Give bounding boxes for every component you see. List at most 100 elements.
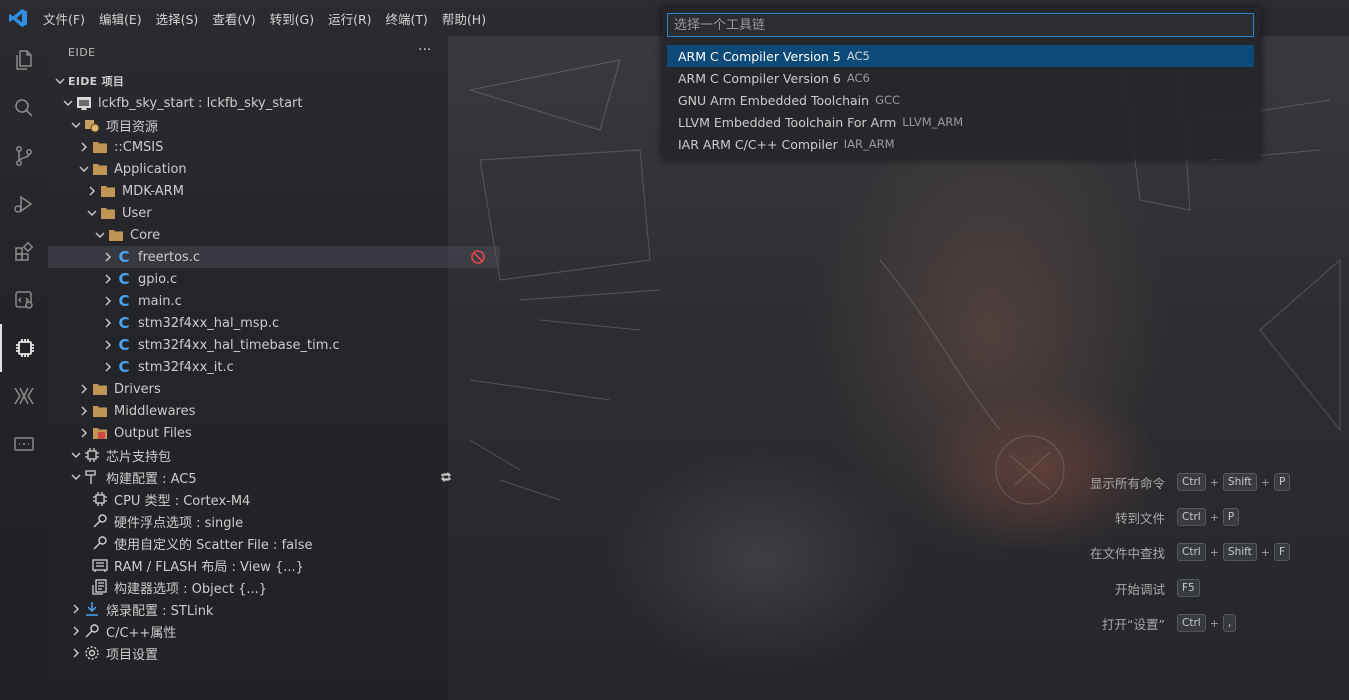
keycap: F [1274, 543, 1291, 561]
plus-sign: + [1260, 475, 1270, 489]
menu-run[interactable]: 运行(R) [321, 9, 378, 28]
tree-folder-middlewares[interactable]: Middlewares [48, 400, 476, 422]
tree-folder-user[interactable]: User [48, 202, 484, 224]
shortcut-show-all-commands: 显示所有命令 Ctrl + Shift + P [1040, 471, 1291, 493]
tree-cpp-properties[interactable]: C/C++属性 [48, 620, 468, 642]
menu-file[interactable]: 文件(F) [36, 9, 92, 28]
tree-label: RAM / FLASH 布局 : View {...} [114, 559, 304, 575]
shortcut-label: 转到文件 [1114, 510, 1165, 526]
folder-icon [92, 381, 108, 397]
tree-flash-config[interactable]: 烧录配置 : STLink [48, 598, 468, 620]
tree-file-it[interactable]: C stm32f4xx_it.c [48, 356, 500, 378]
tree-folder-application[interactable]: Application [48, 158, 476, 180]
tree-build-config[interactable]: 构建配置 : AC5 [48, 466, 468, 488]
c-file-icon: C [118, 336, 130, 354]
tree-project-settings[interactable]: 项目设置 [48, 642, 468, 664]
chevron-down-icon [52, 73, 68, 89]
menu-help[interactable]: 帮助(H) [435, 9, 493, 28]
tree-file-freertos[interactable]: C freertos.c [48, 246, 500, 268]
keycap: , [1222, 614, 1237, 632]
option-desc: GCC [875, 93, 901, 107]
toolchain-option-iar-arm[interactable]: IAR ARM C/C++ Compiler IAR_ARM [667, 133, 1254, 155]
folder-icon [108, 227, 124, 243]
menu-selection[interactable]: 选择(S) [149, 9, 206, 28]
run-debug-icon[interactable] [0, 180, 48, 228]
c-file-icon: C [118, 248, 130, 266]
tree-label: stm32f4xx_hal_timebase_tim.c [138, 337, 340, 353]
c-file-icon: C [118, 314, 130, 332]
waveform-icon[interactable] [0, 372, 48, 420]
tree-file-main[interactable]: C main.c [48, 290, 500, 312]
section-eide-project[interactable]: EIDE 项目 [48, 70, 452, 92]
tree-ram-flash-layout[interactable]: RAM / FLASH 布局 : View {...} [48, 554, 492, 576]
menu-bar: 文件(F) 编辑(E) 选择(S) 查看(V) 转到(G) 运行(R) 终端(T… [36, 0, 493, 36]
keycap: Ctrl [1177, 473, 1206, 491]
shortcut-label: 在文件中查找 [1089, 545, 1165, 561]
option-label: IAR ARM C/C++ Compiler [678, 136, 838, 152]
more-actions-icon[interactable]: ··· [418, 42, 431, 58]
chevron-down-icon [68, 117, 84, 133]
memory-icon [92, 557, 108, 573]
activity-bar [0, 36, 48, 700]
tree-folder-cmsis[interactable]: ::CMSIS [48, 136, 476, 158]
tree-scatter-file[interactable]: 使用自定义的 Scatter File : false [48, 532, 492, 554]
folder-icon [92, 139, 108, 155]
option-label: GNU Arm Embedded Toolchain [678, 92, 870, 108]
toolchain-option-ac6[interactable]: ARM C Compiler Version 6 AC6 [667, 67, 1254, 89]
source-control-icon[interactable] [0, 132, 48, 180]
tree-label: 硬件浮点选项 : single [114, 515, 244, 531]
tree-builder-options[interactable]: 构建器选项 : Object {...} [48, 576, 492, 598]
exclude-file-icon[interactable] [470, 249, 486, 265]
keycap: F5 [1177, 579, 1200, 597]
tree-folder-core[interactable]: Core [48, 224, 492, 246]
menu-edit[interactable]: 编辑(E) [92, 9, 149, 28]
wrench-icon [92, 535, 108, 551]
toolchain-option-ac5[interactable]: ARM C Compiler Version 5 AC5 [667, 45, 1254, 67]
chip-icon [92, 491, 108, 507]
tree-label: 烧录配置 : STLink [106, 603, 214, 619]
tree-label: Application [114, 161, 187, 177]
chevron-right-icon [100, 359, 116, 375]
tree-file-hal-timebase[interactable]: C stm32f4xx_hal_timebase_tim.c [48, 334, 500, 356]
menu-go[interactable]: 转到(G) [263, 9, 321, 28]
chevron-right-icon [100, 315, 116, 331]
plus-sign: + [1209, 616, 1219, 630]
plus-sign: + [1209, 475, 1219, 489]
chip-icon [84, 447, 100, 463]
chevron-right-icon [100, 249, 116, 265]
eide-chip-icon[interactable] [0, 324, 48, 372]
tree-file-gpio[interactable]: C gpio.c [48, 268, 500, 290]
tree-chip-support-pack[interactable]: 芯片支持包 [48, 444, 468, 466]
serial-monitor-icon[interactable] [0, 420, 48, 468]
explorer-icon[interactable] [0, 36, 48, 84]
tree-label: main.c [138, 293, 182, 309]
extensions-icon[interactable] [0, 228, 48, 276]
tree-label: CPU 类型 : Cortex-M4 [114, 493, 251, 509]
toolchain-search-input[interactable] [667, 13, 1254, 37]
tree-folder-output-files[interactable]: Output Files [48, 422, 476, 444]
toolchain-quick-pick: ARM C Compiler Version 5 AC5 ARM C Compi… [662, 8, 1261, 159]
tree-cpu-type[interactable]: CPU 类型 : Cortex-M4 [48, 488, 492, 510]
tree-hw-float[interactable]: 硬件浮点选项 : single [48, 510, 492, 532]
shortcut-go-to-file: 转到文件 Ctrl + P [1040, 506, 1240, 528]
tree-folder-drivers[interactable]: Drivers [48, 378, 476, 400]
vscode-logo-icon [9, 9, 27, 27]
shortcut-label: 开始调试 [1114, 581, 1165, 597]
tree-label: C/C++属性 [106, 625, 177, 641]
tree-project-resources[interactable]: 项目资源 [48, 114, 468, 136]
switch-toolchain-icon[interactable] [438, 469, 454, 485]
toolchain-option-gcc[interactable]: GNU Arm Embedded Toolchain GCC [667, 89, 1254, 111]
eide-sidebar: EIDE ··· EIDE 项目 lckfb_sky_start : lckfb… [48, 36, 500, 700]
tree-file-hal-msp[interactable]: C stm32f4xx_hal_msp.c [48, 312, 500, 334]
chevron-right-icon [76, 403, 92, 419]
remote-explorer-icon[interactable] [0, 276, 48, 324]
tree-project-root[interactable]: lckfb_sky_start : lckfb_sky_start [48, 92, 460, 114]
tree-label: 项目资源 [106, 119, 159, 135]
toolchain-option-llvm-arm[interactable]: LLVM Embedded Toolchain For Arm LLVM_ARM [667, 111, 1254, 133]
search-icon[interactable] [0, 84, 48, 132]
menu-terminal[interactable]: 终端(T) [379, 9, 435, 28]
tree-folder-mdk-arm[interactable]: MDK-ARM [48, 180, 484, 202]
chevron-right-icon [76, 139, 92, 155]
menu-view[interactable]: 查看(V) [205, 9, 262, 28]
keycap: Ctrl [1177, 614, 1206, 632]
